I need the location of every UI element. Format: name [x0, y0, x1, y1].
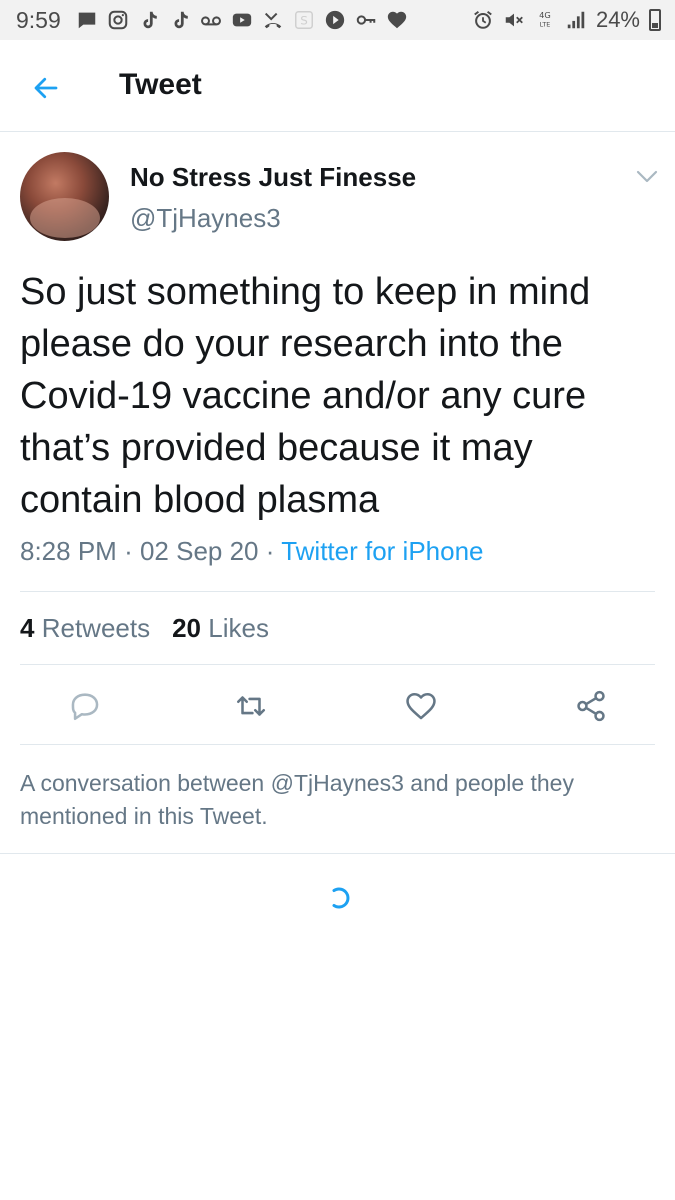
retweets-stat[interactable]: 4 Retweets: [20, 613, 150, 644]
conversation-note: A conversation between @TjHaynes3 and pe…: [20, 770, 574, 829]
divider: [0, 853, 675, 854]
divider: [20, 664, 655, 665]
likes-count: 20: [172, 613, 202, 643]
youtube-icon: [231, 9, 253, 31]
tweet-time: 8:28 PM: [20, 536, 117, 566]
app-header: Tweet: [0, 40, 675, 132]
svg-text:4G: 4G: [539, 10, 551, 20]
svg-text:S: S: [300, 14, 308, 28]
arrow-left-icon: [34, 77, 58, 99]
retweets-count: 4: [20, 613, 35, 643]
tiktok-icon: [138, 9, 160, 31]
tweet-stats: 4 Retweets 20 Likes: [20, 613, 269, 644]
meta-separator: ·: [265, 536, 275, 566]
tiktok-icon: [169, 9, 191, 31]
tweet-menu-button[interactable]: [633, 165, 661, 189]
loading-spinner-icon: [332, 887, 350, 909]
status-bar: 9:59 S 4G LTE 24%: [0, 0, 675, 40]
reply-button[interactable]: [65, 686, 105, 726]
author-display-name[interactable]: No Stress Just Finesse: [130, 162, 416, 193]
message-icon: [76, 9, 98, 31]
avatar[interactable]: [20, 152, 109, 241]
likes-stat[interactable]: 20 Likes: [172, 613, 269, 644]
alarm-icon: [472, 9, 494, 31]
tweet-source-link[interactable]: Twitter for iPhone: [281, 536, 483, 566]
s-app-icon: S: [293, 9, 315, 31]
chevron-down-icon: [636, 170, 658, 183]
tweet-actions: [0, 686, 675, 726]
like-button[interactable]: [401, 686, 441, 726]
tweet-text: So just something to keep in mind please…: [20, 271, 591, 521]
retweet-button[interactable]: [231, 686, 271, 726]
status-left: 9:59 S: [16, 7, 408, 34]
signal-icon: [565, 9, 587, 31]
like-icon: [406, 692, 436, 720]
retweets-label: Retweets: [41, 613, 151, 643]
mute-icon: [503, 9, 525, 31]
meta-separator: ·: [124, 536, 133, 566]
battery-icon: [649, 9, 661, 31]
reply-icon: [71, 693, 99, 721]
tweet-meta: 8:28 PM · 02 Sep 20 · Twitter for iPhone: [20, 536, 484, 567]
svg-text:LTE: LTE: [540, 20, 551, 28]
page-title: Tweet: [119, 68, 202, 101]
back-button[interactable]: [30, 72, 62, 104]
tweet-date: 02 Sep 20: [139, 536, 259, 566]
status-time: 9:59: [16, 6, 61, 33]
play-icon: [324, 9, 346, 31]
author-handle[interactable]: @TjHaynes3: [130, 203, 281, 234]
status-right: 4G LTE 24%: [472, 7, 661, 33]
share-icon: [577, 690, 605, 722]
battery-percent: 24%: [595, 7, 640, 32]
share-button[interactable]: [571, 686, 611, 726]
likes-label: Likes: [208, 613, 269, 643]
retweet-icon: [236, 696, 266, 716]
key-icon: [355, 9, 377, 31]
4g-lte-icon: 4G LTE: [534, 9, 556, 31]
instagram-icon: [107, 9, 129, 31]
divider: [20, 591, 655, 592]
missed-call-icon: [262, 9, 284, 31]
divider: [20, 744, 655, 745]
heart-icon: [386, 9, 408, 31]
voicemail-icon: [200, 9, 222, 31]
